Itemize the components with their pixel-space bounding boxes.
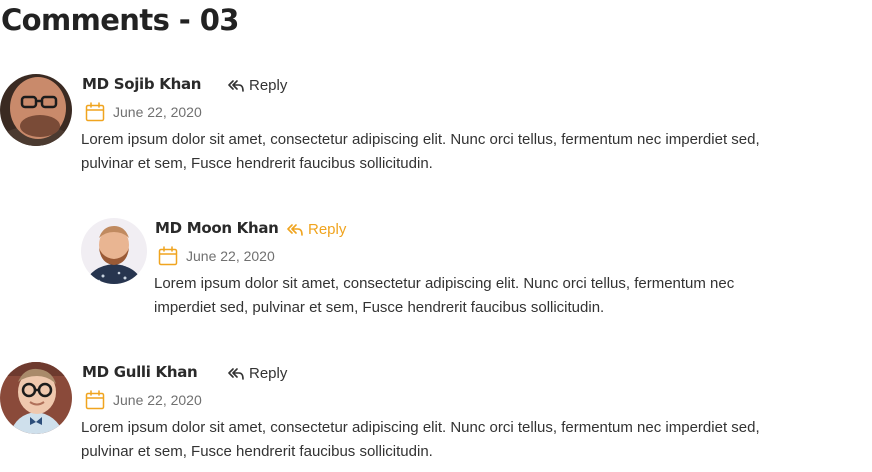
calendar-icon (85, 390, 105, 410)
avatar[interactable] (0, 74, 72, 146)
comment-author: MD Gulli Khan (82, 363, 198, 381)
comment-date-text: June 22, 2020 (113, 104, 202, 120)
calendar-icon (158, 246, 178, 266)
comment-text: Lorem ipsum dolor sit amet, consectetur … (81, 131, 760, 172)
comment-item-nested: MD Moon Khan Reply June 22, 2020 Lorem i… (81, 218, 872, 328)
calendar-icon (85, 102, 105, 122)
comment-item: MD Sojib Khan Reply June 22, 2020 Lorem … (0, 74, 872, 184)
comment-date: June 22, 2020 (85, 102, 202, 122)
comment-date-text: June 22, 2020 (113, 392, 202, 408)
reply-arrow-icon (228, 367, 244, 381)
reply-button[interactable]: Reply (287, 220, 346, 240)
comment-date-text: June 22, 2020 (186, 248, 275, 264)
reply-label: Reply (249, 77, 288, 94)
reply-label: Reply (308, 221, 347, 238)
comment-date: June 22, 2020 (85, 390, 202, 410)
reply-arrow-icon (228, 79, 244, 93)
page-title: Comments - 03 (1, 3, 239, 37)
comment-item: MD Gulli Khan Reply June 22, 2020 Lorem … (0, 362, 872, 472)
comment-author: MD Moon Khan (155, 219, 279, 237)
comment-text: Lorem ipsum dolor sit amet, consectetur … (154, 275, 735, 316)
comment-author: MD Sojib Khan (82, 75, 202, 93)
reply-button[interactable]: Reply (228, 364, 287, 384)
reply-arrow-icon (287, 223, 303, 237)
reply-button[interactable]: Reply (228, 76, 287, 96)
avatar[interactable] (81, 218, 147, 284)
comment-date: June 22, 2020 (158, 246, 275, 266)
comment-text: Lorem ipsum dolor sit amet, consectetur … (81, 419, 760, 460)
avatar[interactable] (0, 362, 72, 434)
reply-label: Reply (249, 365, 288, 382)
